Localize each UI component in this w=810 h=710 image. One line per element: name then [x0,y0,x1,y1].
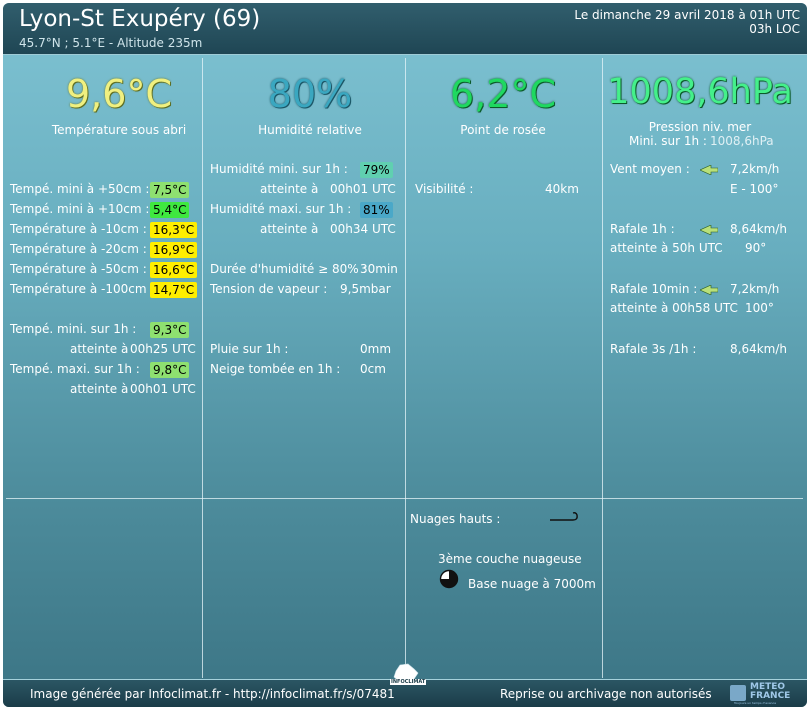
temp-max-1h-value: 9,8°C [150,362,190,378]
temp-row-label: Tempé. mini à +50cm : [10,182,150,196]
footer-rights: Reprise ou archivage non autorisés [500,687,712,701]
station-coordinates: 45.7°N ; 5.1°E - Altitude 235m [19,36,203,50]
cloud-cover-icon [439,569,459,589]
humidity-max-value: 81% [360,202,393,218]
row-divider [6,498,803,499]
pressure-min-label: Mini. sur 1h : [629,134,707,148]
observation-date: Le dimanche 29 avril 2018 à 01h UTC [574,8,800,22]
temp-row-label: Température à -10cm : [10,222,147,236]
gust-1h-value: 8,64km/h [730,222,788,236]
temp-row-value: 14,7°C [150,282,198,298]
station-title: Lyon-St Exupéry (69) [19,6,261,32]
rain-value: 0mm [360,342,392,356]
gust-1h-label: Rafale 1h : [610,222,675,236]
temp-row-label: Température à -100cm : [10,282,155,296]
local-time: 03h LOC [749,22,800,36]
temp-row-value: 7,5°C [150,182,190,198]
gust-3s-value: 8,64km/h [730,342,788,356]
pressure-value: 1008,6hPa [607,72,793,112]
column-divider [202,58,203,678]
dewpoint-label: Point de rosée [460,123,546,137]
gust-1h-time: atteinte à 50h UTC [610,241,723,255]
humidity-max-label: Humidité maxi. sur 1h : [210,202,352,216]
temp-min-1h-value: 9,3°C [150,322,190,338]
gust-10min-direction: 100° [745,301,774,315]
humidity-value: 80% [267,72,353,116]
vapor-pressure-value: 9,5mbar [340,282,391,296]
wind-direction: E - 100° [730,182,779,196]
temp-min-at-value: 00h25 UTC [130,342,196,356]
high-clouds-label: Nuages hauts : [410,512,501,526]
humidity-max-at-label: atteinte à [260,222,319,236]
column-divider [602,58,603,678]
snow-label: Neige tombée en 1h : [210,362,341,376]
meteo-france-logo: METEO FRANCE Toujours un temps d'avance [730,683,800,705]
snow-value: 0cm [360,362,386,376]
temperature-label: Température sous abri [51,123,187,137]
temp-min-1h-label: Tempé. mini. sur 1h : [10,322,137,336]
infoclimat-logo: INFOCLIMAT [388,663,427,691]
humidity-min-value: 79% [360,162,393,178]
wind-value: 7,2km/h [730,162,780,176]
humidity-min-label: Humidité mini. sur 1h : [210,162,348,176]
temp-max-1h-label: Tempé. maxi. sur 1h : [10,362,140,376]
weather-panel: Lyon-St Exupéry (69) 45.7°N ; 5.1°E - Al… [3,3,807,707]
wind-direction-icon [700,165,718,175]
station-header: Lyon-St Exupéry (69) 45.7°N ; 5.1°E - Al… [3,3,807,55]
temp-row-value: 5,4°C [150,202,190,218]
gust-10min-label: Rafale 10min : [610,282,698,296]
pressure-label: Pression niv. mer [648,120,752,134]
cloud-layer-label: 3ème couche nuageuse [438,552,582,566]
visibility-label: Visibilité : [415,182,474,196]
temp-min-at-label: atteinte à [70,342,129,356]
temp-row-label: Température à -50cm : [10,262,147,276]
temp-row-label: Tempé. mini à +10cm : [10,202,150,216]
humidity-duration-label: Durée d'humidité ≥ 80% : [210,262,367,276]
gust-direction-icon [700,225,718,235]
humidity-label: Humidité relative [258,123,362,137]
cloud-base-label: Base nuage à 7000m [468,577,596,591]
gust-10min-value: 7,2km/h [730,282,780,296]
rain-label: Pluie sur 1h : [210,342,289,356]
temp-row-value: 16,9°C [150,242,198,258]
humidity-min-at-value: 00h01 UTC [330,182,396,196]
gust-direction-icon [700,285,718,295]
temp-max-at-label: atteinte à [70,382,129,396]
footer-credit: Image générée par Infoclimat.fr - http:/… [30,687,395,701]
wind-label: Vent moyen : [610,162,690,176]
cirrus-cloud-icon [550,512,578,521]
humidity-max-at-value: 00h34 UTC [330,222,396,236]
gust-3s-label: Rafale 3s /1h : [610,342,697,356]
humidity-duration-value: 30min [360,262,398,276]
pressure-min-value: 1008,6hPa [710,134,774,148]
temp-row-value: 16,6°C [150,262,198,278]
temp-row-label: Température à -20cm : [10,242,147,256]
dewpoint-value: 6,2°C [450,72,556,116]
gust-10min-time: atteinte à 00h58 UTC [610,301,738,315]
humidity-min-at-label: atteinte à [260,182,319,196]
vapor-pressure-label: Tension de vapeur : [210,282,328,296]
temp-max-at-value: 00h01 UTC [130,382,196,396]
visibility-value: 40km [545,182,579,196]
gust-1h-direction: 90° [745,241,767,255]
temp-row-value: 16,3°C [150,222,198,238]
column-divider [405,58,406,678]
temperature-value: 9,6°C [66,72,172,116]
